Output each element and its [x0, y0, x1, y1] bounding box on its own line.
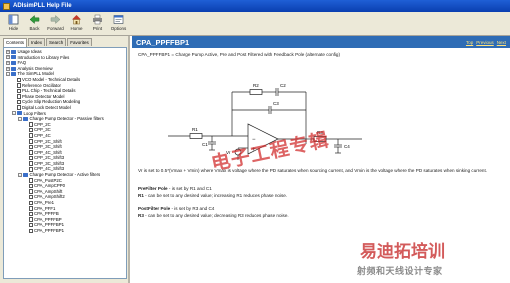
- page-icon: [29, 167, 33, 172]
- navigation-pane: Contents Index Search Favorites + Usage I…: [0, 36, 130, 283]
- page-icon: [29, 194, 33, 200]
- forward-arrow-icon: [50, 14, 61, 25]
- bottom-tagline-watermark: 射频和天线设计专家: [357, 267, 443, 277]
- print-button[interactable]: Print: [88, 14, 107, 34]
- collapse-icon[interactable]: -: [18, 116, 22, 121]
- options-button[interactable]: Options: [109, 14, 128, 34]
- label-c1: C1: [202, 142, 208, 147]
- postfilter-pole-line: PostFilter Pole - is set by R3 and C4: [138, 206, 503, 212]
- r3-text: - can be set to any desired value; decre…: [143, 213, 289, 218]
- tree-item-label: CPA_PPFFBP1: [34, 228, 65, 233]
- expand-icon[interactable]: +: [6, 55, 10, 60]
- topic-description: CPA_PPFFBP1 = Charge Pump Active, Pre an…: [138, 52, 341, 57]
- vr-paragraph: Vr is set to 0.5*(Vmax + Vmin) where Vma…: [138, 168, 487, 173]
- tab-index[interactable]: Index: [28, 38, 46, 46]
- book-icon: [11, 55, 16, 60]
- prefilter-pole-text: - is set by R1 and C1: [167, 186, 212, 191]
- bottom-logo-watermark: 易迪拓培训: [360, 242, 445, 262]
- book-icon: [11, 60, 16, 65]
- topic-nav-links: Top Previous Next: [466, 40, 506, 45]
- book-icon: [11, 66, 16, 71]
- page-icon: [17, 94, 21, 99]
- print-button-label: Print: [92, 26, 103, 31]
- page-icon: [29, 222, 33, 228]
- back-button[interactable]: Back: [25, 14, 44, 34]
- forward-button[interactable]: Forward: [46, 14, 65, 34]
- label-c2: C2: [280, 83, 286, 88]
- previous-link[interactable]: Previous: [476, 40, 494, 45]
- topic-title: CPA_PPFFBP1: [136, 37, 190, 47]
- hide-button-label: Hide: [8, 26, 19, 31]
- tab-favorites[interactable]: Favorites: [67, 38, 92, 46]
- page-icon: [29, 161, 33, 166]
- collapse-icon[interactable]: -: [6, 72, 10, 77]
- prefilter-pole-term: PreFilter Pole: [138, 186, 168, 191]
- tab-contents[interactable]: Contents: [3, 38, 28, 47]
- page-icon: [17, 77, 21, 83]
- r1-line: R1 - can be set to any desired value; in…: [138, 193, 503, 199]
- page-icon: [29, 139, 33, 144]
- r1-text: - can be set to any desired value; incre…: [143, 193, 288, 198]
- page-icon: [17, 99, 21, 105]
- page-icon: [29, 200, 33, 206]
- page-icon: [29, 228, 33, 234]
- prefilter-pole-line: PreFilter Pole - is set by R1 and C1: [138, 186, 503, 192]
- forward-button-label: Forward: [47, 26, 64, 31]
- collapse-icon[interactable]: -: [12, 111, 16, 116]
- r3-line: R3 - can be set to any desired value; de…: [138, 213, 503, 219]
- toolbar: Hide Back Forward Home Print Options: [0, 12, 510, 36]
- window-title-bar: ADIsimPLL Help File: [0, 0, 510, 12]
- postfilter-pole-text: - is set by R3 and C4: [170, 206, 215, 211]
- next-link[interactable]: Next: [497, 40, 506, 45]
- page-icon: [17, 105, 21, 110]
- home-button[interactable]: Home: [67, 14, 86, 34]
- page-icon: [29, 189, 33, 194]
- page-icon: [29, 122, 33, 127]
- collapse-icon[interactable]: -: [18, 172, 22, 177]
- contents-tree: + Usage Ideas + Introduction to Library Fil…: [3, 47, 127, 279]
- postfilter-pole-term: PostFilter Pole: [138, 206, 171, 211]
- label-c3: C3: [273, 101, 279, 106]
- book-icon: [23, 116, 28, 121]
- label-r2: R2: [253, 83, 259, 88]
- page-icon: [29, 150, 33, 155]
- hide-icon: [8, 14, 19, 25]
- page-icon: [17, 88, 21, 94]
- tab-search[interactable]: Search: [46, 38, 67, 46]
- book-icon: [17, 111, 22, 116]
- book-icon: [23, 172, 28, 177]
- label-r1: R1: [192, 127, 198, 132]
- topic-header: CPA_PPFFBP1 Top Previous Next: [132, 36, 510, 48]
- help-app-icon: [3, 2, 10, 10]
- top-link[interactable]: Top: [466, 40, 473, 45]
- back-arrow-icon: [29, 14, 40, 25]
- home-button-label: Home: [70, 26, 83, 31]
- page-icon: [29, 217, 33, 222]
- tree-item[interactable]: CPA_PPFFBP1: [4, 228, 126, 234]
- expand-icon[interactable]: +: [6, 60, 10, 65]
- page-icon: [29, 155, 33, 161]
- page-icon: [29, 144, 33, 150]
- page-icon: [29, 183, 33, 189]
- topic-content-pane: CPA_PPFFBP1 Top Previous Next CPA_PPFFBP…: [132, 36, 510, 283]
- window-title: ADIsimPLL Help File: [13, 3, 72, 9]
- print-icon: [92, 14, 103, 25]
- page-icon: [17, 83, 21, 88]
- page-icon: [29, 206, 33, 211]
- book-icon: [11, 49, 16, 54]
- expand-icon[interactable]: +: [6, 66, 10, 71]
- book-icon: [11, 72, 16, 77]
- options-icon: [113, 14, 124, 25]
- page-icon: [29, 127, 33, 133]
- page-icon: [29, 178, 33, 183]
- expand-icon[interactable]: +: [6, 49, 10, 54]
- label-c4: C4: [344, 144, 350, 149]
- home-icon: [71, 14, 82, 25]
- navigation-tabs: Contents Index Search Favorites: [3, 38, 93, 47]
- hide-button[interactable]: Hide: [4, 14, 23, 34]
- page-icon: [29, 133, 33, 138]
- back-button-label: Back: [29, 26, 40, 31]
- options-button-label: Options: [110, 26, 127, 31]
- page-icon: [29, 211, 33, 217]
